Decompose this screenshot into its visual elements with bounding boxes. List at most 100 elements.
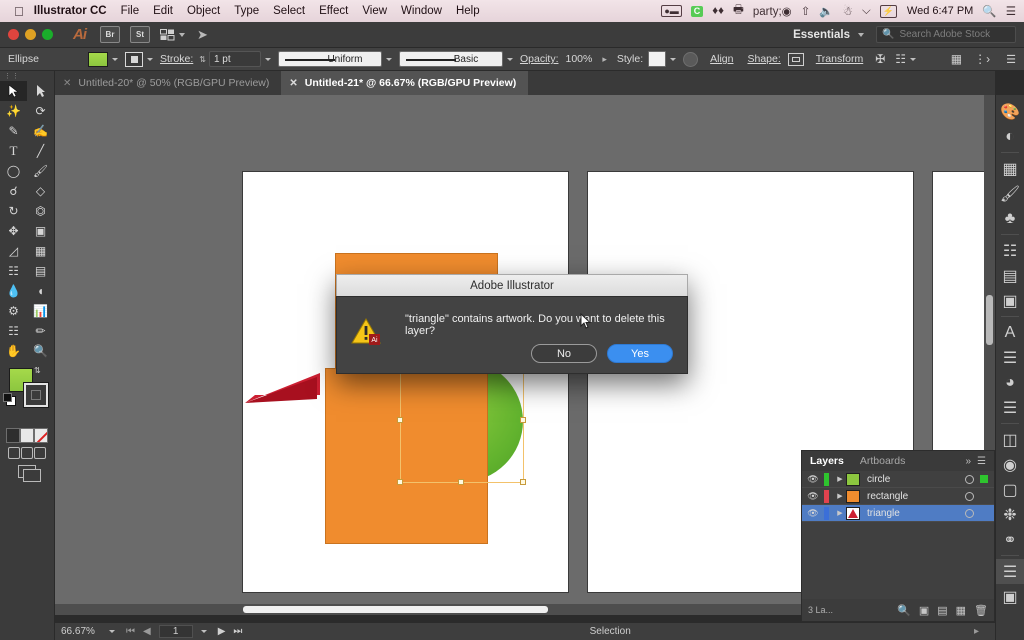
table-row[interactable]: 👁 ▶ rectangle [802, 488, 994, 505]
artboard-tool[interactable]: ☷ [0, 321, 27, 341]
screen-record-icon[interactable]: ●▬ [661, 5, 682, 17]
shape-label[interactable]: Shape: [748, 53, 781, 65]
workspace-switcher[interactable]: Essentials [793, 29, 850, 41]
menu-effect[interactable]: Effect [319, 5, 348, 17]
layer-name[interactable]: triangle [867, 508, 965, 519]
create-sublayer-icon[interactable]: ▤ [937, 604, 947, 617]
disclosure-triangle-icon[interactable]: ▶ [834, 492, 846, 500]
document-tab-untitled-20[interactable]: ✕ Untitled-20* @ 50% (RGB/GPU Preview) [55, 71, 282, 95]
eye-icon[interactable]: 👁 [802, 491, 824, 502]
search-input[interactable]: 🔍 Search Adobe Stock [876, 26, 1016, 43]
chevron-down-icon[interactable] [109, 630, 115, 633]
selection-anchor[interactable] [458, 479, 464, 485]
chevron-down-icon[interactable] [264, 57, 271, 61]
symbols-panel-icon[interactable]: ♣ [996, 206, 1024, 231]
magic-wand-tool[interactable]: ✨ [0, 101, 27, 121]
chevron-down-icon[interactable] [910, 57, 917, 61]
paragraph-panel-icon[interactable]: ☰ [996, 345, 1024, 370]
draw-normal-icon[interactable] [7, 447, 20, 459]
no-button[interactable]: No [531, 344, 597, 363]
selection-anchor[interactable] [520, 417, 526, 423]
stroke-stepper-icon[interactable]: ⇅ [199, 55, 206, 64]
libraries-panel-icon[interactable]: ⚭ [996, 527, 1024, 552]
image-trace-icon[interactable]: ❉ [996, 502, 1024, 527]
selection-indicator-square[interactable] [980, 492, 988, 500]
width-tool[interactable]: ✥ [0, 221, 27, 241]
close-window-button[interactable] [8, 29, 19, 40]
collapse-panel-icon[interactable]: » [965, 456, 971, 467]
shaper-tool[interactable]: ☌ [0, 181, 27, 201]
scale-tool[interactable]: ⏣ [27, 201, 54, 221]
blend-tool[interactable]: ◖ [27, 281, 54, 301]
tab-layers[interactable]: Layers [810, 455, 844, 467]
target-circle-icon[interactable] [965, 508, 974, 518]
status-flyout-arrow-icon[interactable]: ▸ [974, 626, 979, 637]
delete-layer-icon[interactable]: 🗑 [974, 604, 988, 617]
target-circle-icon[interactable] [965, 491, 974, 501]
zoom-window-button[interactable] [42, 29, 53, 40]
printer-icon[interactable]: 🖶 [733, 2, 744, 21]
variable-width-profile-dropdown[interactable]: Uniform [277, 51, 382, 67]
layer-name[interactable]: rectangle [867, 491, 965, 502]
volume-icon[interactable]: 🔈 [819, 4, 833, 18]
none-mode-icon[interactable] [34, 428, 48, 443]
column-graph-tool[interactable]: 📊 [27, 301, 54, 321]
draw-inside-icon[interactable] [34, 447, 47, 459]
disclosure-triangle-icon[interactable]: ▶ [834, 509, 846, 517]
fill-color-swatch[interactable] [88, 51, 108, 67]
menu-window[interactable]: Window [401, 5, 442, 17]
chevron-down-icon[interactable] [112, 57, 118, 61]
tools-panel-grip[interactable]: ⋮⋮ [0, 71, 54, 81]
zoom-level-input[interactable]: 66.67% [61, 626, 105, 637]
artboard-number-input[interactable]: 1 [158, 625, 193, 638]
upload-icon[interactable]: ⇧ [801, 4, 811, 18]
app-name-menu[interactable]: Illustrator CC [34, 5, 107, 17]
panel-menu-icon[interactable]: ☰ [1006, 53, 1016, 66]
stroke-panel-icon[interactable]: ◫ [996, 427, 1024, 452]
vertical-scrollbar-thumb[interactable] [986, 295, 993, 345]
mesh-tool[interactable]: ☷ [0, 261, 27, 281]
close-icon[interactable]: ✕ [63, 78, 71, 89]
distribute-icon[interactable]: ⋮› [974, 52, 990, 66]
notification-center-icon[interactable]: ☰ [1006, 4, 1016, 18]
draw-behind-icon[interactable] [20, 447, 33, 459]
selection-anchor[interactable] [520, 479, 526, 485]
wifi-icon[interactable]: ⌵ [862, 5, 871, 18]
horizontal-scrollbar-thumb[interactable] [243, 606, 548, 613]
free-transform-tool[interactable]: ▣ [27, 221, 54, 241]
backup-icon[interactable]: party;◉ [753, 4, 792, 18]
opacity-value[interactable]: 100% [565, 53, 592, 65]
battery-icon[interactable]: ⚡ [879, 4, 897, 18]
chevron-down-icon[interactable] [385, 57, 392, 61]
zoom-tool[interactable]: 🔍 [27, 341, 54, 361]
tool-status-label[interactable]: Selection [590, 626, 631, 637]
line-segment-tool[interactable]: ╱ [27, 141, 54, 161]
align-button[interactable]: Align [710, 53, 733, 65]
arrange-documents-icon[interactable] [160, 28, 185, 41]
hand-tool[interactable]: ✋ [0, 341, 27, 361]
isolate-selected-icon[interactable]: ✠ [875, 52, 885, 66]
stroke-color-indicator[interactable] [24, 383, 48, 407]
graphic-style-swatch[interactable] [648, 51, 667, 67]
tab-artboards[interactable]: Artboards [860, 455, 906, 467]
appearance-panel-icon[interactable]: ☰ [996, 395, 1024, 420]
transform-button[interactable]: Transform [816, 53, 863, 65]
menu-type[interactable]: Type [234, 5, 259, 17]
chevron-down-icon[interactable] [147, 57, 153, 61]
eye-icon[interactable]: 👁 [802, 508, 824, 519]
document-tab-untitled-21[interactable]: ✕ Untitled-21* @ 66.67% (RGB/GPU Preview… [281, 71, 529, 95]
artboards-panel-icon[interactable]: ▣ [996, 584, 1024, 609]
ellipse-tool[interactable]: ◯ [0, 161, 27, 181]
lasso-tool[interactable]: ⟳ [27, 101, 54, 121]
panel-menu-icon[interactable]: ☰ [977, 456, 986, 467]
brush-definition-dropdown[interactable]: Basic [398, 51, 503, 67]
stroke-weight-input[interactable]: 1 pt [208, 51, 261, 67]
first-artboard-icon[interactable]: ⏮ [126, 626, 135, 637]
pathfinder-panel-icon[interactable]: ▤ [996, 263, 1024, 288]
stroke-color-swatch[interactable] [125, 51, 143, 67]
transparency-panel-icon[interactable]: ▢ [996, 477, 1024, 502]
type-tool[interactable]: T [0, 141, 27, 161]
spotlight-search-icon[interactable]: 🔍 [982, 4, 996, 18]
eyedropper-tool[interactable]: 💧 [0, 281, 27, 301]
color-panel-icon[interactable]: 🎨 [996, 99, 1024, 124]
